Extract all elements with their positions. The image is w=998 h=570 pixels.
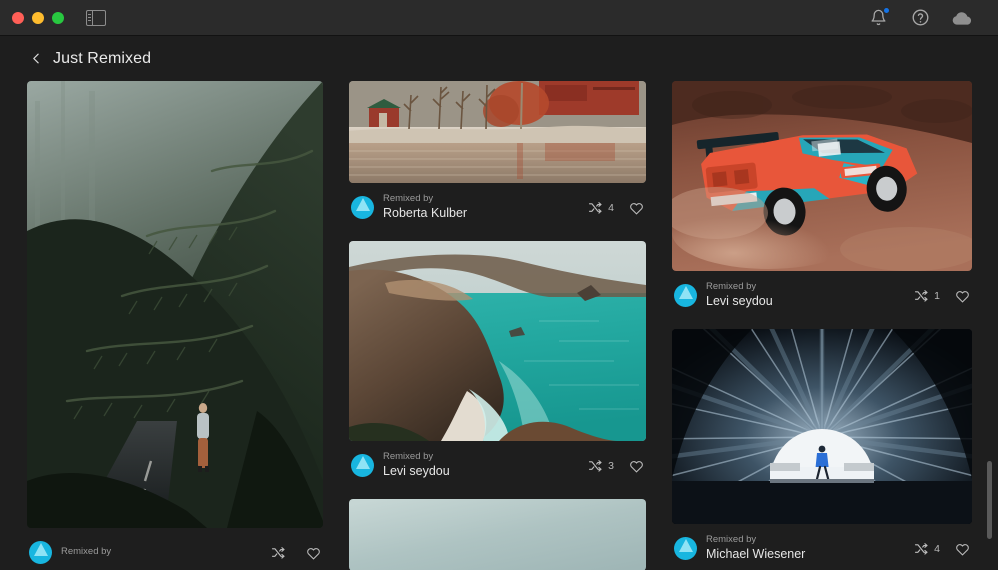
titlebar-actions <box>868 6 972 28</box>
card-meta: Remixed by <box>27 528 323 568</box>
remixed-by-label: Remixed by <box>706 281 757 293</box>
chevron-left-icon[interactable] <box>30 52 44 66</box>
card-author-block: Remixed by Levi seydou <box>383 451 450 479</box>
like-button[interactable] <box>955 289 970 303</box>
remix-count: 1 <box>934 289 940 302</box>
avatar[interactable] <box>29 541 52 564</box>
page-header: Just Remixed <box>0 36 998 81</box>
card-actions: 3 <box>588 459 644 473</box>
remixed-by-label: Remixed by <box>706 534 757 546</box>
remix-count: 4 <box>608 201 614 214</box>
like-button[interactable] <box>629 459 644 473</box>
card-actions: 4 <box>914 542 970 556</box>
card-thumbnail[interactable] <box>27 81 323 528</box>
remix-count: 4 <box>934 542 940 555</box>
gallery-column-middle: Remixed by Roberta Kulber 4 Remixed by L… <box>349 81 646 570</box>
remixed-by-label: Remixed by <box>61 545 112 557</box>
gallery-column-right: Remixed by Levi seydou 1 Remixed by Mich… <box>672 81 972 564</box>
avatar[interactable] <box>674 284 697 307</box>
remixed-by-label: Remixed by <box>383 451 434 463</box>
card-author-name: Roberta Kulber <box>383 206 468 221</box>
remix-card-tunnel[interactable]: Remixed by Michael Wiesener 4 <box>672 329 972 564</box>
gallery-column-left: Remixed by <box>27 81 323 568</box>
app-window: Just Remixed Remixed by Remixed by Rober… <box>0 0 998 570</box>
card-meta: Remixed by Levi seydou 1 <box>672 271 972 311</box>
minimize-window-button[interactable] <box>32 11 44 24</box>
like-button[interactable] <box>629 201 644 215</box>
card-author-block: Remixed by Michael Wiesener <box>706 534 806 562</box>
card-thumbnail[interactable] <box>349 81 646 183</box>
remix-button[interactable] <box>271 546 291 559</box>
remix-card-winter-river[interactable]: Remixed by Roberta Kulber 4 <box>349 81 646 223</box>
maximize-window-button[interactable] <box>52 11 64 24</box>
notifications-bell-icon[interactable] <box>868 6 890 28</box>
card-meta: Remixed by Levi seydou 3 <box>349 441 646 481</box>
card-thumbnail[interactable] <box>672 329 972 524</box>
card-author-block: Remixed by Levi seydou <box>706 281 773 309</box>
remix-button[interactable]: 1 <box>914 289 940 302</box>
notification-badge <box>883 6 890 14</box>
remix-count: 3 <box>608 459 614 472</box>
remix-button[interactable]: 3 <box>588 459 614 472</box>
remix-button[interactable]: 4 <box>588 201 614 214</box>
cloud-icon[interactable] <box>952 8 972 28</box>
avatar[interactable] <box>351 454 374 477</box>
vertical-scrollbar-thumb[interactable] <box>987 461 992 539</box>
card-author-name: Michael Wiesener <box>706 547 806 562</box>
close-window-button[interactable] <box>12 11 24 24</box>
remixed-by-label: Remixed by <box>383 193 434 205</box>
card-meta: Remixed by Michael Wiesener 4 <box>672 524 972 564</box>
like-button[interactable] <box>306 546 321 560</box>
masonry-columns: Remixed by Remixed by Roberta Kulber 4 R… <box>27 81 973 570</box>
remix-card-pale-gradient[interactable] <box>349 499 646 570</box>
page-title: Just Remixed <box>53 49 152 67</box>
help-icon[interactable] <box>910 8 930 28</box>
avatar[interactable] <box>674 537 697 560</box>
remix-card-rally-car[interactable]: Remixed by Levi seydou 1 <box>672 81 972 311</box>
remix-button[interactable]: 4 <box>914 542 940 555</box>
card-actions: 1 <box>914 289 970 303</box>
card-meta: Remixed by Roberta Kulber 4 <box>349 183 646 223</box>
like-button[interactable] <box>955 542 970 556</box>
card-actions <box>271 546 321 560</box>
title-bar <box>0 0 998 36</box>
card-author-name: Levi seydou <box>706 294 773 309</box>
gallery-scroll-area[interactable]: Remixed by Remixed by Roberta Kulber 4 R… <box>0 81 998 570</box>
card-author-block: Remixed by <box>61 545 112 559</box>
card-thumbnail[interactable] <box>349 241 646 441</box>
panel-toggle-icon[interactable] <box>86 9 106 26</box>
card-thumbnail[interactable] <box>672 81 972 271</box>
avatar[interactable] <box>351 196 374 219</box>
remix-card-forest[interactable]: Remixed by <box>27 81 323 568</box>
traffic-lights <box>12 11 64 24</box>
card-thumbnail[interactable] <box>349 499 646 570</box>
card-actions: 4 <box>588 201 644 215</box>
panel-toggle-rail <box>87 10 93 25</box>
card-author-block: Remixed by Roberta Kulber <box>383 193 468 221</box>
remix-card-coast[interactable]: Remixed by Levi seydou 3 <box>349 241 646 481</box>
card-author-name: Levi seydou <box>383 464 450 479</box>
